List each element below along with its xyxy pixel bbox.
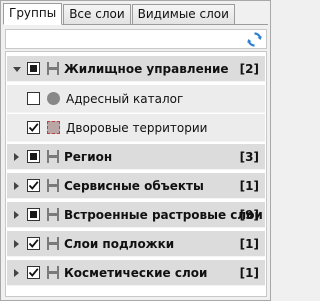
layer-group-icon bbox=[47, 150, 59, 163]
layer-group-icon bbox=[47, 179, 59, 192]
layer-group-icon bbox=[47, 266, 59, 279]
tree-row-address-catalog[interactable]: Адресный каталог bbox=[7, 85, 265, 113]
layer-count: [2] bbox=[239, 62, 259, 76]
expand-arrow-icon[interactable] bbox=[14, 211, 19, 219]
expand-arrow-icon[interactable] bbox=[14, 269, 19, 277]
group-label: Сервисные объекты bbox=[64, 179, 204, 193]
collapse-arrow-icon[interactable] bbox=[13, 67, 21, 72]
group-checkbox-partial[interactable] bbox=[27, 62, 40, 75]
layer-label: Дворовые территории bbox=[66, 121, 208, 135]
tree-row-region[interactable]: Регион [3] bbox=[7, 144, 265, 170]
group-checkbox-partial[interactable] bbox=[27, 208, 40, 221]
layer-label: Адресный каталог bbox=[66, 92, 184, 106]
layers-panel: Группы Все слои Видимые слои Жилищное уп… bbox=[0, 0, 271, 301]
group-checkbox-checked[interactable] bbox=[27, 179, 40, 192]
tree-row-service-objects[interactable]: Сервисные объекты [1] bbox=[7, 173, 265, 199]
layer-count: [1] bbox=[239, 179, 259, 193]
group-label: Встроенные растровые слои bbox=[64, 208, 263, 222]
tab-bar: Группы Все слои Видимые слои bbox=[3, 3, 269, 25]
layer-count: [1] bbox=[239, 266, 259, 280]
tree-row-cosmetic-layers[interactable]: Косметические слои [1] bbox=[7, 260, 265, 286]
group-label: Жилищное управление bbox=[64, 62, 229, 76]
tab-visible-layers[interactable]: Видимые слои bbox=[131, 4, 235, 24]
layer-group-icon bbox=[47, 62, 59, 75]
tab-groups[interactable]: Группы bbox=[3, 3, 63, 25]
tree-row-courtyard-territories[interactable]: Дворовые территории bbox=[7, 114, 265, 142]
polygon-icon bbox=[47, 121, 60, 134]
group-label: Регион bbox=[64, 150, 113, 164]
layer-checkbox-unchecked[interactable] bbox=[27, 92, 40, 105]
expand-arrow-icon[interactable] bbox=[14, 240, 19, 248]
circle-icon bbox=[47, 92, 60, 105]
tree-row-basemap-layers[interactable]: Слои подложки [1] bbox=[7, 231, 265, 257]
layer-group-icon bbox=[47, 237, 59, 250]
group-label: Слои подложки bbox=[64, 237, 175, 251]
tree-row-housing-management[interactable]: Жилищное управление [2] bbox=[7, 56, 265, 82]
layer-checkbox-checked[interactable] bbox=[27, 121, 40, 134]
group-label: Косметические слои bbox=[64, 266, 208, 280]
tree-row-raster-layers[interactable]: Встроенные растровые слои [9] bbox=[7, 202, 265, 228]
expand-arrow-icon[interactable] bbox=[14, 182, 19, 190]
layer-tree: Жилищное управление [2] Адресный каталог… bbox=[5, 51, 267, 297]
group-checkbox-partial[interactable] bbox=[27, 150, 40, 163]
toolbar bbox=[5, 29, 267, 49]
layer-count: [3] bbox=[239, 150, 259, 164]
refresh-icon[interactable] bbox=[246, 31, 263, 48]
layer-count: [9] bbox=[239, 208, 259, 222]
layer-count: [1] bbox=[239, 237, 259, 251]
group-checkbox-checked[interactable] bbox=[27, 266, 40, 279]
layer-group-icon bbox=[47, 208, 59, 221]
tab-all-layers[interactable]: Все слои bbox=[63, 4, 131, 24]
expand-arrow-icon[interactable] bbox=[14, 153, 19, 161]
group-checkbox-checked[interactable] bbox=[27, 237, 40, 250]
